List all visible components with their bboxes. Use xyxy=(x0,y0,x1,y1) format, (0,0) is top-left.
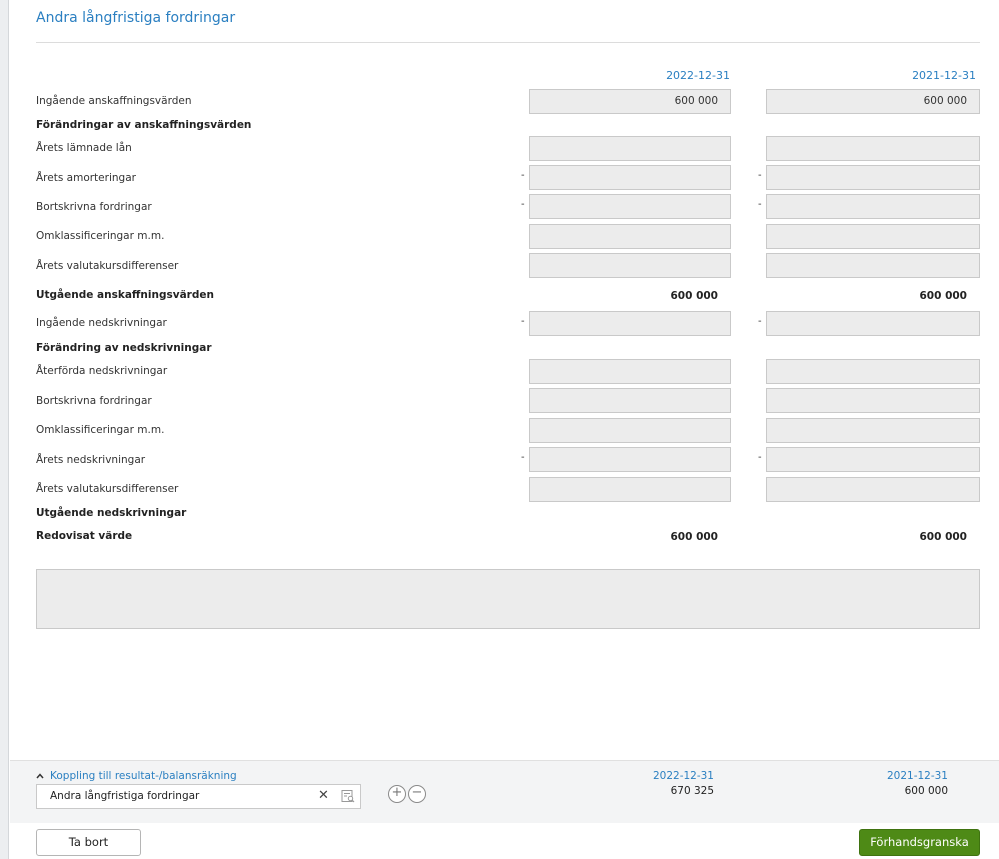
row-label-omklassificeringar-nedskrivning: Omklassificeringar m.m. xyxy=(36,424,165,436)
minus-sign: - xyxy=(758,199,762,210)
row-label-ingaende-anskaffning: Ingående anskaffningsvärden xyxy=(36,95,192,107)
input-arets-valutakursdifferenser-2022[interactable] xyxy=(529,253,731,278)
column-header-2022: 2022-12-31 xyxy=(666,69,730,82)
row-label-arets-valutakursdifferenser: Årets valutakursdifferenser xyxy=(36,260,179,272)
input-arets-amorteringar-2021[interactable] xyxy=(766,165,980,190)
input-arets-nedskrivningar-2021[interactable] xyxy=(766,447,980,472)
left-panel-edge xyxy=(0,0,9,859)
plus-circle-icon[interactable]: + xyxy=(388,785,406,803)
input-bortskrivna-fordringar-2021[interactable] xyxy=(766,194,980,219)
row-label-redovisat-varde: Redovisat värde xyxy=(36,530,133,542)
input-arets-lamnade-lan-2021[interactable] xyxy=(766,136,980,161)
minus-sign: - xyxy=(521,170,525,181)
input-arets-amorteringar-2022[interactable] xyxy=(529,165,731,190)
preview-button[interactable]: Förhandsgranska xyxy=(859,829,980,856)
row-label-ingaende-nedskrivningar: Ingående nedskrivningar xyxy=(36,317,167,329)
footer-value-2021: 600 000 xyxy=(904,785,948,797)
input-aterforda-nedskrivningar-2021[interactable] xyxy=(766,359,980,384)
footer-date-2021: 2021-12-31 xyxy=(886,770,948,782)
section-forandring-nedskrivningar: Förändring av nedskrivningar xyxy=(36,342,212,354)
input-arets-valutakursdifferenser-nedskrivning-2021[interactable] xyxy=(766,477,980,502)
row-label-arets-nedskrivningar: Årets nedskrivningar xyxy=(36,454,146,466)
input-bortskrivna-fordringar-nedskrivning-2021[interactable] xyxy=(766,388,980,413)
input-ingaende-nedskrivningar-2022[interactable] xyxy=(529,311,731,336)
account-field[interactable]: Andra långfristiga fordringar xyxy=(36,784,361,809)
row-label-arets-amorteringar: Årets amorteringar xyxy=(36,172,136,184)
page-title: Andra långfristiga fordringar xyxy=(36,10,236,26)
minus-sign: - xyxy=(521,452,525,463)
total-utgaende-anskaffning-2021: 600 000 xyxy=(919,290,968,302)
row-label-arets-valutakursdifferenser-nedskrivning: Årets valutakursdifferenser xyxy=(36,483,179,495)
input-arets-valutakursdifferenser-nedskrivning-2022[interactable] xyxy=(529,477,731,502)
total-utgaende-anskaffning-2022: 600 000 xyxy=(670,290,719,302)
total-redovisat-varde-2021: 600 000 xyxy=(919,531,968,543)
input-arets-valutakursdifferenser-2021[interactable] xyxy=(766,253,980,278)
row-label-bortskrivna-fordringar-nedskrivning: Bortskrivna fordringar xyxy=(36,395,152,407)
input-omklassificeringar-2022[interactable] xyxy=(529,224,731,249)
input-aterforda-nedskrivningar-2022[interactable] xyxy=(529,359,731,384)
chevron-up-icon xyxy=(36,772,44,782)
total-redovisat-varde-2022: 600 000 xyxy=(670,531,719,543)
input-bortskrivna-fordringar-2022[interactable] xyxy=(529,194,731,219)
input-ingaende-nedskrivningar-2021[interactable] xyxy=(766,311,980,336)
minus-sign: - xyxy=(758,452,762,463)
input-omklassificeringar-nedskrivning-2021[interactable] xyxy=(766,418,980,443)
row-label-utgaende-anskaffning: Utgående anskaffningsvärden xyxy=(36,289,214,301)
clear-icon[interactable]: ✕ xyxy=(318,789,329,803)
lookup-icon[interactable] xyxy=(341,789,355,803)
row-label-arets-lamnade-lan: Årets lämnade lån xyxy=(36,142,132,154)
input-omklassificeringar-nedskrivning-2022[interactable] xyxy=(529,418,731,443)
minus-circle-icon[interactable]: − xyxy=(408,785,426,803)
minus-sign: - xyxy=(521,199,525,210)
row-label-bortskrivna-fordringar: Bortskrivna fordringar xyxy=(36,201,152,213)
comment-textarea[interactable] xyxy=(36,569,980,629)
footer-date-2022: 2022-12-31 xyxy=(652,770,714,782)
row-label-utgaende-nedskrivningar: Utgående nedskrivningar xyxy=(36,507,187,519)
koppling-toggle-link[interactable]: Koppling till resultat-/balansräkning xyxy=(36,770,237,782)
input-arets-nedskrivningar-2022[interactable] xyxy=(529,447,731,472)
koppling-link-label: Koppling till resultat-/balansräkning xyxy=(50,770,237,782)
input-arets-lamnade-lan-2022[interactable] xyxy=(529,136,731,161)
remove-button[interactable]: Ta bort xyxy=(36,829,141,856)
minus-sign: - xyxy=(758,316,762,327)
row-label-omklassificeringar: Omklassificeringar m.m. xyxy=(36,230,165,242)
input-omklassificeringar-2021[interactable] xyxy=(766,224,980,249)
minus-sign: - xyxy=(521,316,525,327)
input-ingaende-anskaffning-2021[interactable]: 600 000 xyxy=(766,89,980,114)
section-forandringar-anskaffning: Förändringar av anskaffningsvärden xyxy=(36,119,252,131)
title-divider xyxy=(36,42,980,43)
minus-sign: - xyxy=(758,170,762,181)
row-label-aterforda-nedskrivningar: Återförda nedskrivningar xyxy=(36,365,168,377)
column-header-2021: 2021-12-31 xyxy=(912,69,976,82)
footer-value-2022: 670 325 xyxy=(670,785,714,797)
input-bortskrivna-fordringar-nedskrivning-2022[interactable] xyxy=(529,388,731,413)
input-ingaende-anskaffning-2022[interactable]: 600 000 xyxy=(529,89,731,114)
